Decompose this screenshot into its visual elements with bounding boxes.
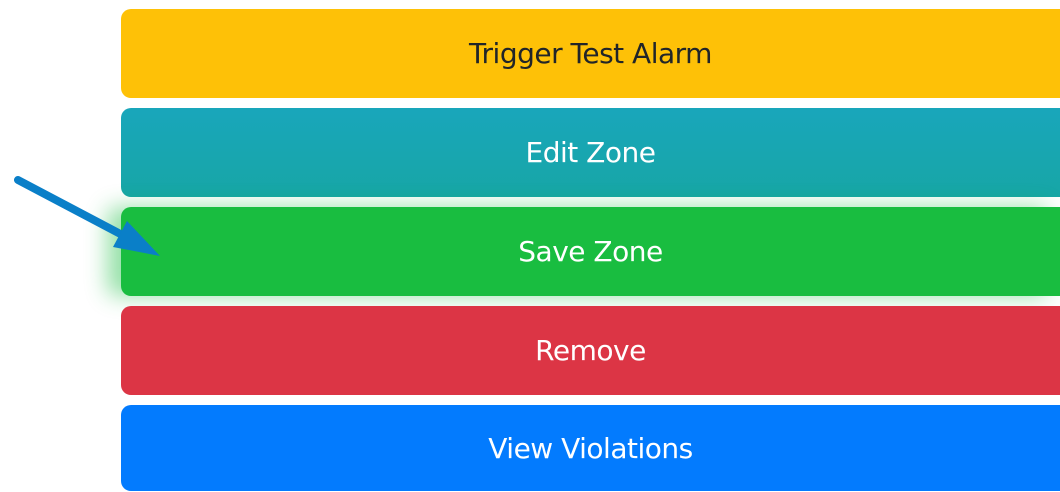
view-violations-button[interactable]: View Violations	[121, 405, 1060, 491]
save-zone-button[interactable]: Save Zone	[121, 207, 1060, 296]
remove-button[interactable]: Remove	[121, 306, 1060, 395]
zone-action-buttons: Trigger Test Alarm Edit Zone Save Zone R…	[121, 9, 1060, 491]
edit-zone-button[interactable]: Edit Zone	[121, 108, 1060, 197]
trigger-test-alarm-button[interactable]: Trigger Test Alarm	[121, 9, 1060, 98]
